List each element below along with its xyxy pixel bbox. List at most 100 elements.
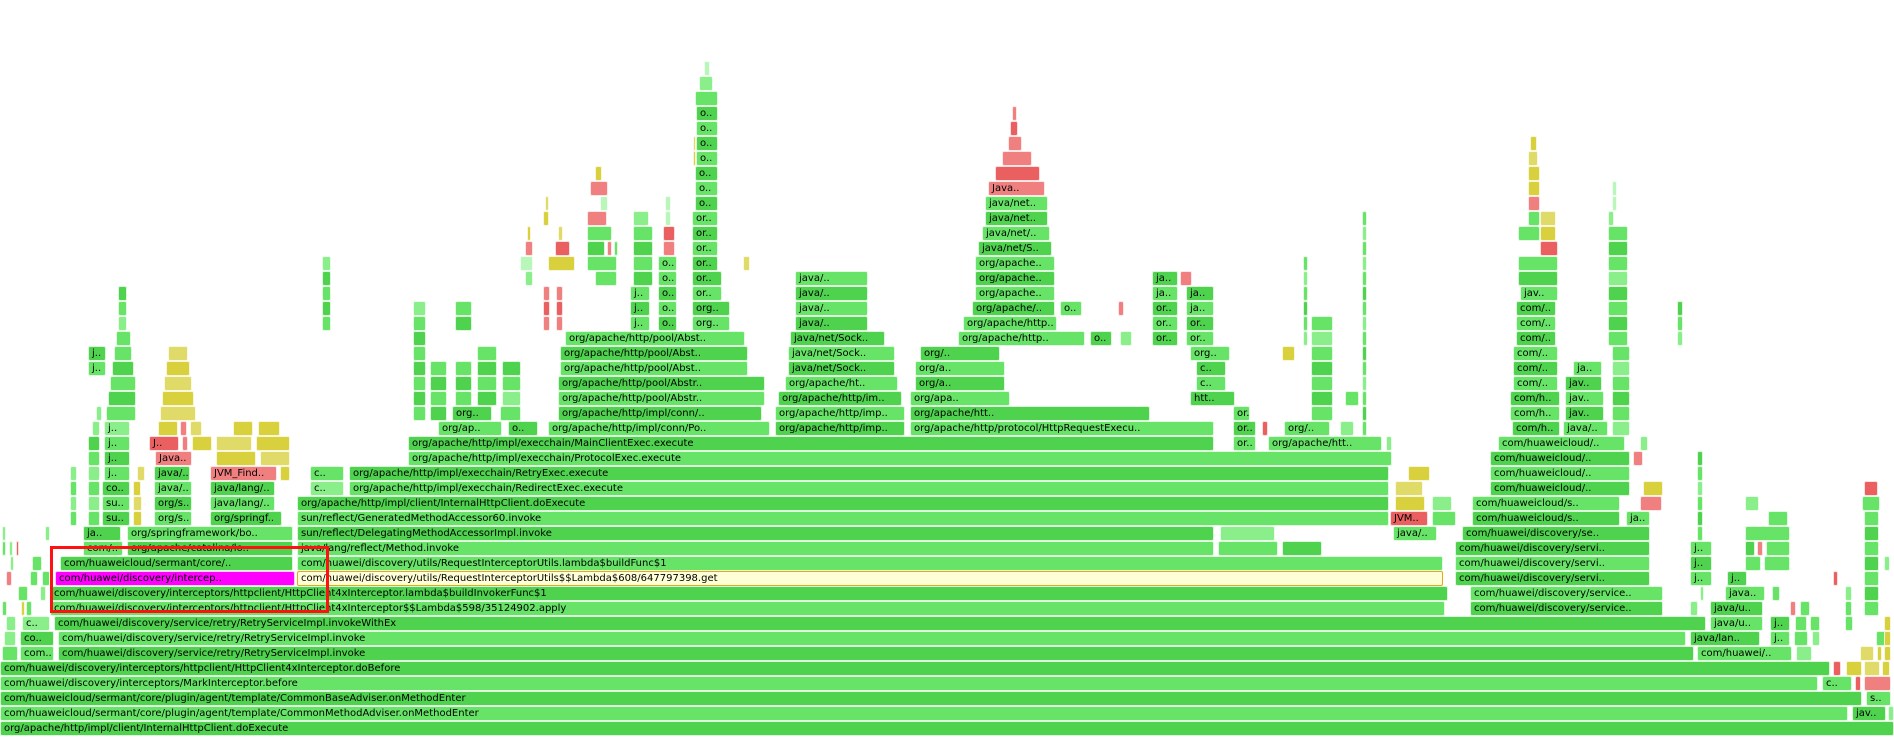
- flame-frame[interactable]: [1608, 211, 1614, 226]
- flame-frame[interactable]: [1795, 616, 1807, 631]
- flame-frame[interactable]: [1395, 481, 1423, 496]
- flame-frame[interactable]: [1612, 406, 1630, 421]
- flame-frame[interactable]: [430, 376, 447, 391]
- flame-frame[interactable]: [96, 406, 102, 421]
- flame-frame[interactable]: [430, 406, 447, 421]
- flame-frame[interactable]: org/apache/http/pool/Abst..: [560, 346, 748, 361]
- flame-frame[interactable]: org..: [1190, 346, 1230, 361]
- flame-frame[interactable]: java/lang/..: [210, 496, 275, 511]
- flame-frame[interactable]: [70, 481, 77, 496]
- flame-frame[interactable]: [280, 466, 290, 481]
- flame-frame[interactable]: [1528, 181, 1540, 196]
- flame-frame[interactable]: java/net/S..: [978, 241, 1052, 256]
- flame-frame[interactable]: [1864, 556, 1879, 571]
- flame-frame[interactable]: [1745, 526, 1790, 541]
- flame-frame[interactable]: [1362, 241, 1367, 256]
- flame-frame[interactable]: [1697, 466, 1703, 481]
- flame-frame[interactable]: [88, 496, 100, 511]
- flame-frame[interactable]: [1690, 601, 1698, 616]
- flame-frame[interactable]: com/..: [1513, 361, 1558, 376]
- flame-frame[interactable]: [1833, 661, 1841, 676]
- flame-frame[interactable]: [743, 256, 750, 271]
- flame-frame[interactable]: java/..: [795, 316, 868, 331]
- flame-frame[interactable]: [182, 436, 188, 451]
- flame-frame[interactable]: [88, 466, 100, 481]
- flame-frame[interactable]: [556, 286, 563, 301]
- flame-frame[interactable]: [1864, 541, 1879, 556]
- flame-frame[interactable]: org/apache/catalina/lo..: [127, 541, 293, 556]
- flame-frame[interactable]: com/..: [1516, 331, 1556, 346]
- flame-frame[interactable]: or..: [692, 286, 722, 301]
- flame-frame[interactable]: [587, 211, 607, 226]
- flame-frame[interactable]: [595, 271, 617, 286]
- flame-frame[interactable]: java/u..: [1710, 616, 1763, 631]
- flame-frame[interactable]: org..: [452, 406, 492, 421]
- flame-frame[interactable]: or..: [692, 271, 722, 286]
- flame-frame[interactable]: [70, 466, 77, 481]
- flame-frame[interactable]: o..: [658, 286, 677, 301]
- flame-frame[interactable]: j..: [1727, 571, 1747, 586]
- flame-frame[interactable]: [1745, 496, 1759, 511]
- flame-frame[interactable]: [1303, 301, 1308, 316]
- flame-frame[interactable]: [1540, 226, 1556, 241]
- flame-frame[interactable]: [133, 511, 142, 526]
- flame-frame[interactable]: [160, 406, 196, 421]
- flame-frame[interactable]: org/apache/http/impl/execchain/MainClien…: [408, 436, 1214, 451]
- flame-frame[interactable]: [1882, 661, 1890, 676]
- flame-frame[interactable]: [1796, 646, 1812, 661]
- flame-frame[interactable]: org/ap..: [438, 421, 502, 436]
- flame-frame[interactable]: [1220, 526, 1275, 541]
- flame-frame[interactable]: [1010, 121, 1018, 136]
- flame-frame[interactable]: [704, 61, 710, 76]
- flame-frame[interactable]: or..: [1233, 421, 1256, 436]
- flame-frame[interactable]: [663, 226, 675, 241]
- flame-frame[interactable]: jav..: [1565, 406, 1604, 421]
- flame-frame[interactable]: [502, 376, 521, 391]
- flame-frame[interactable]: [500, 406, 521, 421]
- flame-frame[interactable]: [995, 166, 1040, 181]
- flame-frame[interactable]: [558, 226, 563, 241]
- flame-frame[interactable]: [455, 391, 472, 406]
- flame-frame[interactable]: com/huaweicloud/..: [1490, 451, 1630, 466]
- flame-frame[interactable]: org/apache/htt..: [1268, 436, 1382, 451]
- flame-frame[interactable]: [1677, 331, 1683, 346]
- flame-frame[interactable]: [1012, 106, 1017, 121]
- flame-frame[interactable]: [1855, 676, 1861, 691]
- flame-frame[interactable]: j..: [104, 451, 130, 466]
- flame-frame[interactable]: [1540, 211, 1556, 226]
- flame-frame[interactable]: [1643, 481, 1663, 496]
- flame-frame[interactable]: sun/reflect/DelegatingMethodAccessorImpl…: [297, 526, 1214, 541]
- flame-frame[interactable]: co..: [20, 631, 54, 646]
- flame-frame[interactable]: [1608, 301, 1628, 316]
- flame-frame[interactable]: [665, 196, 671, 211]
- flame-frame[interactable]: [1812, 631, 1820, 646]
- flame-frame[interactable]: [587, 256, 617, 271]
- flame-frame[interactable]: [88, 511, 100, 526]
- flame-frame[interactable]: org..: [692, 316, 730, 331]
- flame-frame[interactable]: [1282, 346, 1295, 361]
- flame-frame[interactable]: [1528, 211, 1540, 226]
- flame-frame[interactable]: [1608, 286, 1628, 301]
- flame-frame[interactable]: [88, 436, 100, 451]
- flame-frame[interactable]: [1002, 151, 1032, 166]
- flame-frame[interactable]: com/huawei/discovery/servi..: [1455, 541, 1650, 556]
- flame-frame[interactable]: [216, 436, 252, 451]
- flame-frame[interactable]: [118, 316, 127, 331]
- flame-frame[interactable]: ja..: [1186, 301, 1214, 316]
- flame-frame[interactable]: o..: [696, 106, 718, 121]
- flame-frame[interactable]: [1608, 271, 1628, 286]
- flame-frame[interactable]: jav..: [1520, 286, 1558, 301]
- flame-frame[interactable]: [633, 241, 653, 256]
- flame-frame[interactable]: java/..: [795, 301, 868, 316]
- flame-frame[interactable]: or..: [1233, 406, 1250, 421]
- flame-frame[interactable]: [1745, 541, 1755, 556]
- flame-frame[interactable]: [1608, 256, 1628, 271]
- flame-frame[interactable]: [1612, 391, 1630, 406]
- flame-frame[interactable]: java/lan..: [1690, 631, 1760, 646]
- flame-frame[interactable]: [1864, 601, 1879, 616]
- flame-frame[interactable]: [1528, 196, 1540, 211]
- flame-frame[interactable]: [108, 391, 136, 406]
- flame-frame[interactable]: org/apache/http/pool/Abst..: [565, 331, 745, 346]
- flame-frame[interactable]: [45, 526, 50, 541]
- flame-frame[interactable]: org/apache/http/imp..: [775, 421, 905, 436]
